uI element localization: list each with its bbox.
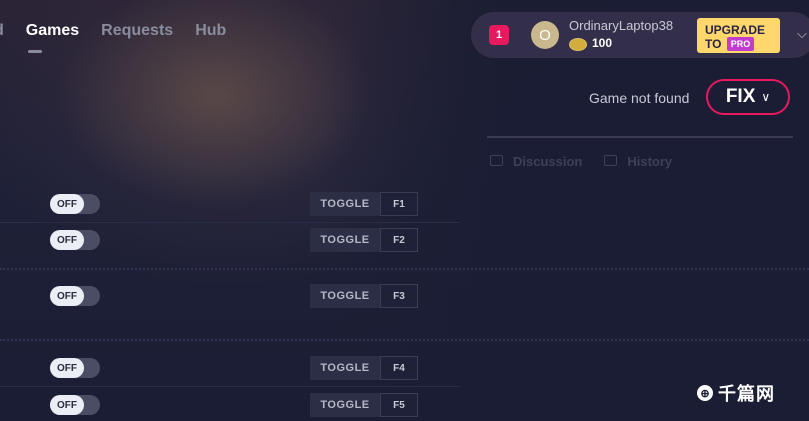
toggle-state: OFF	[50, 286, 84, 306]
fix-button[interactable]: FIX ∨	[706, 79, 790, 115]
keybind-key[interactable]: F4	[380, 356, 418, 380]
toggle-switch[interactable]: OFF	[50, 395, 100, 415]
toggle-switch[interactable]: OFF	[50, 230, 100, 250]
watermark-text: 千篇网	[718, 384, 775, 404]
avatar[interactable]: O	[531, 21, 559, 49]
fix-label: FIX	[725, 86, 756, 107]
keybind[interactable]: TOGGLE F5	[310, 393, 418, 417]
keybind-action: TOGGLE	[310, 192, 380, 216]
upgrade-to-line: TO PRO	[705, 37, 780, 51]
keybind[interactable]: TOGGLE F4	[310, 356, 418, 380]
keybind-action: TOGGLE	[310, 393, 380, 417]
section-separator	[0, 339, 809, 341]
toggle-switch[interactable]: OFF	[50, 358, 100, 378]
cheat-row: OFF TOGGLE F4	[0, 356, 809, 380]
tab-discussion[interactable]: Discussion	[490, 154, 582, 169]
keybind[interactable]: TOGGLE F1	[310, 192, 418, 216]
keybind-action: TOGGLE	[310, 284, 380, 308]
row-divider	[0, 386, 460, 387]
toggle-switch[interactable]: OFF	[50, 286, 100, 306]
keybind-action: TOGGLE	[310, 228, 380, 252]
chat-icon	[490, 155, 503, 166]
main-nav: d Games Requests Hub	[0, 22, 226, 53]
nav-tab-requests[interactable]: Requests	[101, 22, 173, 40]
coin-balance: 100	[592, 36, 613, 50]
cheat-row: OFF TOGGLE F2	[0, 228, 809, 252]
section-separator	[0, 268, 809, 270]
keybind-key[interactable]: F1	[380, 192, 418, 216]
cheat-row: OFF TOGGLE F3	[0, 284, 809, 308]
toggle-state: OFF	[50, 395, 84, 415]
keybind-action: TOGGLE	[310, 356, 380, 380]
toggle-switch[interactable]: OFF	[50, 194, 100, 214]
game-not-found-label: Game not found	[589, 90, 690, 106]
keybind-key[interactable]: F2	[380, 228, 418, 252]
tab-history[interactable]: History	[604, 154, 672, 169]
nav-tab-games[interactable]: Games	[26, 22, 79, 53]
history-icon	[604, 155, 618, 166]
keybind[interactable]: TOGGLE F2	[310, 228, 418, 252]
toggle-state: OFF	[50, 358, 84, 378]
watermark: ⊕ 千篇网	[697, 380, 775, 406]
cheat-row: OFF TOGGLE F5	[0, 393, 809, 417]
toggle-state: OFF	[50, 194, 84, 214]
tab-history-label: History	[627, 154, 673, 169]
panel-tabs: Discussion History	[490, 154, 672, 169]
tab-discussion-label: Discussion	[513, 154, 583, 169]
coin-icon	[569, 38, 587, 51]
panel-divider	[487, 136, 793, 138]
row-divider	[0, 222, 460, 223]
notification-badge[interactable]: 1	[489, 25, 509, 45]
chevron-down-icon: ∨	[761, 90, 771, 104]
user-bar: 1 O OrdinaryLaptop38 100 UPGRADE TO PRO …	[471, 12, 809, 58]
keybind[interactable]: TOGGLE F3	[310, 284, 418, 308]
nav-tab-hub[interactable]: Hub	[195, 22, 226, 40]
upgrade-label: UPGRADE	[705, 23, 766, 37]
upgrade-to-label: TO	[705, 37, 722, 51]
watermark-logo-icon: ⊕	[697, 385, 713, 401]
toggle-state: OFF	[50, 230, 84, 250]
chevron-down-icon[interactable]: ⌵	[797, 26, 807, 42]
username[interactable]: OrdinaryLaptop38	[569, 18, 673, 33]
upgrade-to-pro-button[interactable]: UPGRADE TO PRO	[697, 18, 780, 53]
keybind-key[interactable]: F5	[380, 393, 418, 417]
keybind-key[interactable]: F3	[380, 284, 418, 308]
cheat-row: OFF TOGGLE F1	[0, 192, 809, 216]
pro-badge: PRO	[726, 37, 755, 51]
nav-tab-clipped[interactable]: d	[0, 22, 4, 40]
